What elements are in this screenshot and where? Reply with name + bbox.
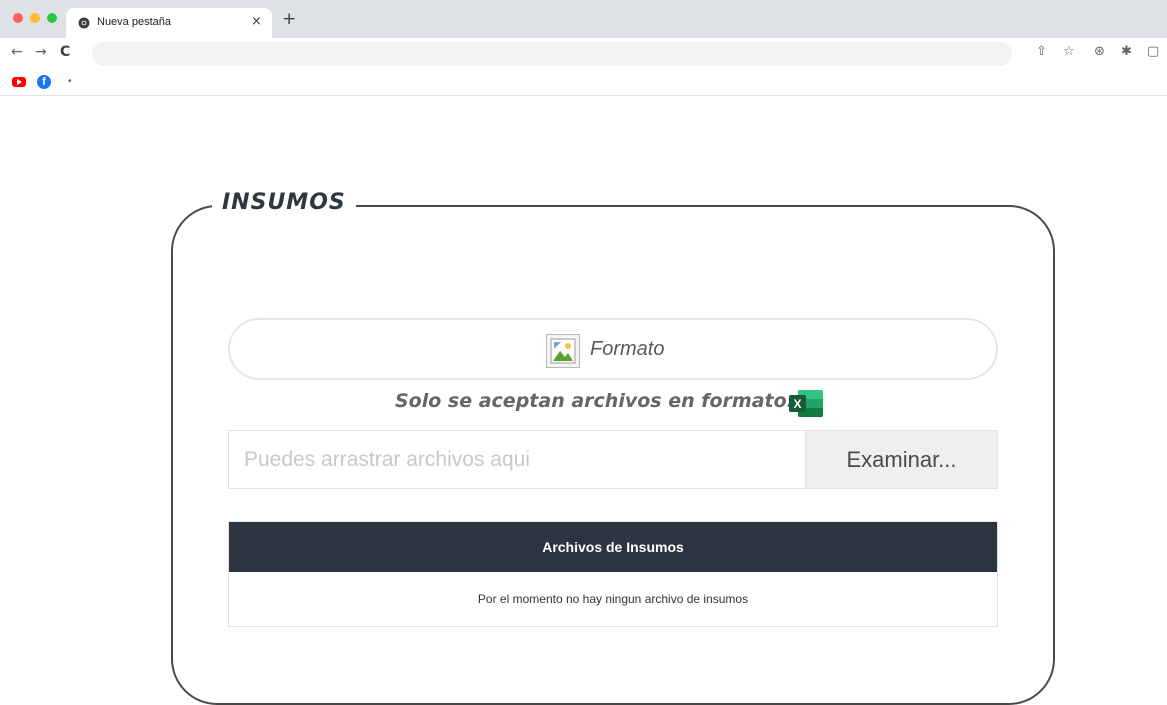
youtube-icon[interactable] [12,77,26,87]
excel-icon: X [789,390,823,417]
bookmark-star-icon[interactable]: ☆ [1063,44,1075,59]
tab-title: Nueva pestaña [97,16,171,28]
reload-icon[interactable]: C [60,44,70,60]
tab-close-icon[interactable]: × [251,14,262,29]
formato-label: Formato [590,338,665,360]
window-maximize-button[interactable] [47,13,57,23]
forward-arrow-icon[interactable]: → [35,44,47,60]
facebook-icon[interactable]: f [37,75,51,89]
puzzle-icon[interactable]: ✱ [1121,44,1132,59]
accepted-format-note: Solo se aceptan archivos en formato: [395,390,795,412]
excel-icon-letter: X [793,397,801,411]
files-table: Archivos de Insumos Por el momento no ha… [228,521,998,627]
chrome-icon [78,17,90,29]
bookmarks-more-icon[interactable]: • [68,76,72,87]
file-drop-input[interactable] [228,430,806,489]
extension-icon[interactable]: ⊛ [1094,44,1105,59]
address-bar[interactable] [92,42,1012,66]
bookmarks-bar: f • [0,70,1167,96]
browse-button[interactable]: Examinar... [805,430,998,489]
window-minimize-button[interactable] [30,13,40,23]
sidebar-icon[interactable]: ▢ [1147,44,1159,59]
browser-tab[interactable]: Nueva pestaña × [66,8,272,38]
browser-toolbar: ← → C ⇧ ☆ ⊛ ✱ ▢ [0,38,1167,70]
share-icon[interactable]: ⇧ [1036,44,1047,59]
window-close-button[interactable] [13,13,23,23]
browser-tab-bar: Nueva pestaña × + [0,0,1167,38]
back-arrow-icon[interactable]: ← [11,44,23,60]
panel-title: INSUMOS [212,190,356,215]
files-table-header: Archivos de Insumos [229,522,997,572]
new-tab-icon[interactable]: + [282,11,296,28]
files-table-empty-message: Por el momento no hay ningun archivo de … [229,572,997,626]
broken-image-icon [546,334,580,368]
